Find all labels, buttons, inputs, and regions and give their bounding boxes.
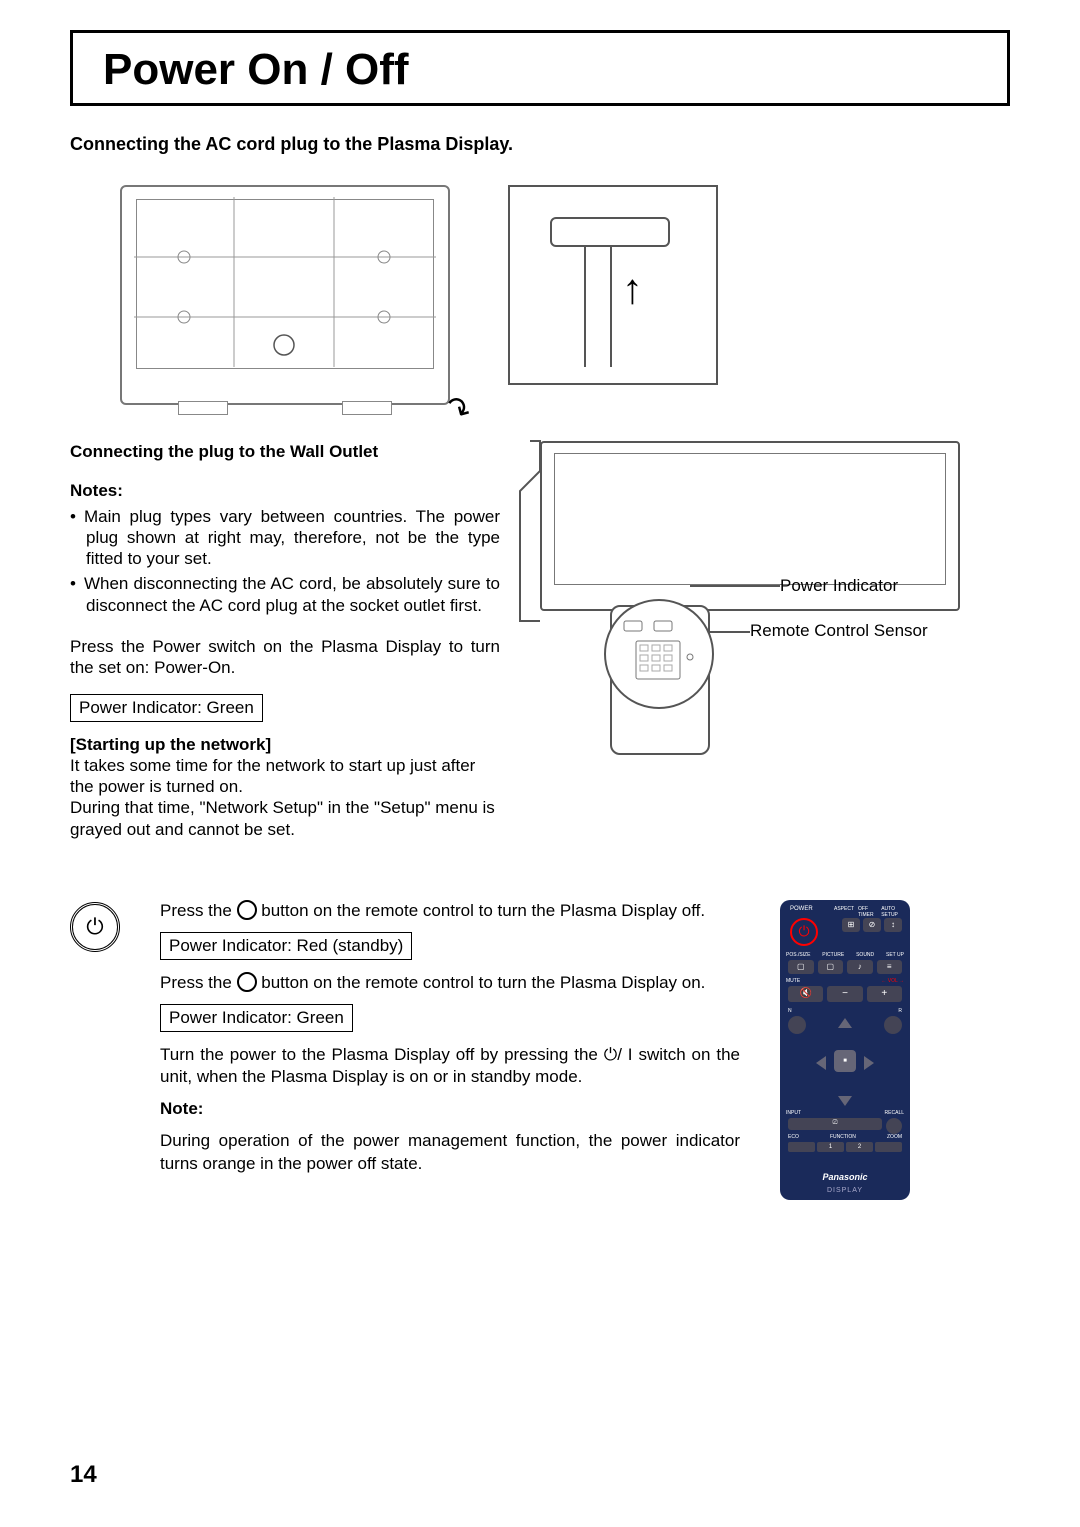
page-title: Power On / Off (103, 45, 977, 95)
power-icon: ⏻ (86, 914, 103, 940)
remote-nav-up (838, 1018, 852, 1028)
remote-eco-label: ECO (788, 1134, 799, 1140)
remote-n-label: N (788, 1008, 792, 1014)
remote-aspect-label: ASPECT (834, 906, 854, 918)
remote-aspect-button: ⊞ (842, 918, 860, 932)
figure-connector-closeup: ↑ (508, 185, 718, 385)
remote-r-button (884, 1016, 902, 1034)
power-indicator-label: Power Indicator (780, 576, 898, 596)
figure-display-back: ↷ (120, 185, 450, 405)
startup-p1: It takes some time for the network to st… (70, 755, 500, 798)
power-indicator-red-box: Power Indicator: Red (standby) (160, 932, 412, 960)
right-column: Power Indicator Remote Control Sensor (520, 441, 1010, 840)
left-column: Connecting the plug to the Wall Outlet N… (70, 441, 500, 840)
figure-remote-big: POWER ⏻ ASPECT OFF TIMER AUTO SETUP ⊞ ⊘ … (780, 900, 910, 1200)
magnifier-circle (604, 599, 714, 709)
remote-recall-label: RECALL (885, 1110, 904, 1116)
remote-mute-button: 🔇 (788, 986, 823, 1002)
power-indicator-green-box: Power Indicator: Green (70, 694, 263, 721)
remote-power-icon-2 (237, 972, 257, 992)
remote-possize-label: POS./SIZE (786, 952, 810, 958)
note-heading: Note: (160, 1099, 203, 1118)
back-panel-detail-svg (134, 197, 436, 367)
remote-closeup-svg (606, 601, 712, 707)
remote-mute-label: MUTE (786, 978, 800, 984)
remote-vol-label: ← VOL → (881, 978, 904, 984)
startup-heading: [Starting up the network] (70, 734, 500, 755)
note-body: During operation of the power management… (160, 1130, 740, 1174)
remote-r-label: R (898, 1008, 902, 1014)
wall-outlet-heading: Connecting the plug to the Wall Outlet (70, 441, 500, 462)
remote-sound-label: SOUND (856, 952, 874, 958)
remote-function-label: FUNCTION (801, 1134, 885, 1140)
remote-nav-right (864, 1056, 874, 1070)
remote-picture-button: ▢ (818, 960, 844, 974)
callout-line-2 (710, 631, 750, 633)
remote-vol-up-button: + (867, 986, 902, 1002)
remote-power-icon (237, 900, 257, 920)
remote-autosetup-label: AUTO SETUP (881, 906, 904, 918)
notes-heading: Notes: (70, 480, 500, 501)
subtitle: Connecting the AC cord plug to the Plasm… (70, 134, 1010, 155)
top-figures: ↷ ↑ (120, 185, 1010, 405)
power-button-icon-circle: ⏻ (70, 900, 120, 1200)
remote-nav-down (838, 1096, 852, 1106)
remote-power-button: ⏻ (790, 918, 818, 946)
press-off-text: Press the button on the remote control t… (160, 900, 740, 922)
remote-input-button: ⎚ (788, 1118, 882, 1130)
power-switch-symbol: ⏻/ I (604, 1045, 633, 1064)
remote-brand-sub: DISPLAY (780, 1187, 910, 1194)
remote-input-label: INPUT (786, 1110, 801, 1116)
remote-eco-button (788, 1142, 815, 1152)
press-power-text: Press the Power switch on the Plasma Dis… (70, 636, 500, 679)
remote-power-label: POWER (790, 906, 813, 912)
remote-setup-button: ≡ (877, 960, 903, 974)
remote-setup-label: SET UP (886, 952, 904, 958)
power-indicator-green-box-2: Power Indicator: Green (160, 1004, 353, 1032)
note-item-2: When disconnecting the AC cord, be absol… (86, 573, 500, 616)
remote-nav-left (816, 1056, 826, 1070)
remote-offtimer-label: OFF TIMER (858, 906, 877, 918)
remote-possize-button: ▢ (788, 960, 814, 974)
title-box: Power On / Off (70, 30, 1010, 106)
arrow-up-icon: ↑ (622, 265, 643, 313)
remote-nav-pad: ■ (816, 1018, 874, 1106)
remote-enter-button: ■ (834, 1050, 856, 1072)
remote-func1-button: 1 (817, 1142, 844, 1152)
lower-section: ⏻ Press the button on the remote control… (70, 900, 1010, 1200)
remote-zoom-label: ZOOM (887, 1134, 902, 1140)
remote-vol-down-button: − (827, 986, 862, 1002)
switch-off-text: Turn the power to the Plasma Display off… (160, 1044, 740, 1088)
remote-autosetup-button: ↕ (884, 918, 902, 932)
curved-arrow-icon: ↷ (438, 388, 477, 431)
remote-n-button (788, 1016, 806, 1034)
callout-line-1 (690, 585, 780, 587)
remote-brand: Panasonic (780, 1172, 910, 1182)
page-number: 14 (70, 1461, 97, 1489)
remote-zoom-button (875, 1142, 902, 1152)
remote-offtimer-button: ⊘ (863, 918, 881, 932)
press-on-text: Press the button on the remote control t… (160, 972, 740, 994)
remote-recall-button (886, 1118, 902, 1134)
remote-picture-label: PICTURE (822, 952, 844, 958)
ac-cord-svg (510, 431, 570, 631)
remote-sound-button: ♪ (847, 960, 873, 974)
remote-func2-button: 2 (846, 1142, 873, 1152)
note-item-1: Main plug types vary between countries. … (86, 506, 500, 570)
remote-sensor-label: Remote Control Sensor (750, 621, 928, 641)
startup-p2: During that time, "Network Setup" in the… (70, 797, 500, 840)
